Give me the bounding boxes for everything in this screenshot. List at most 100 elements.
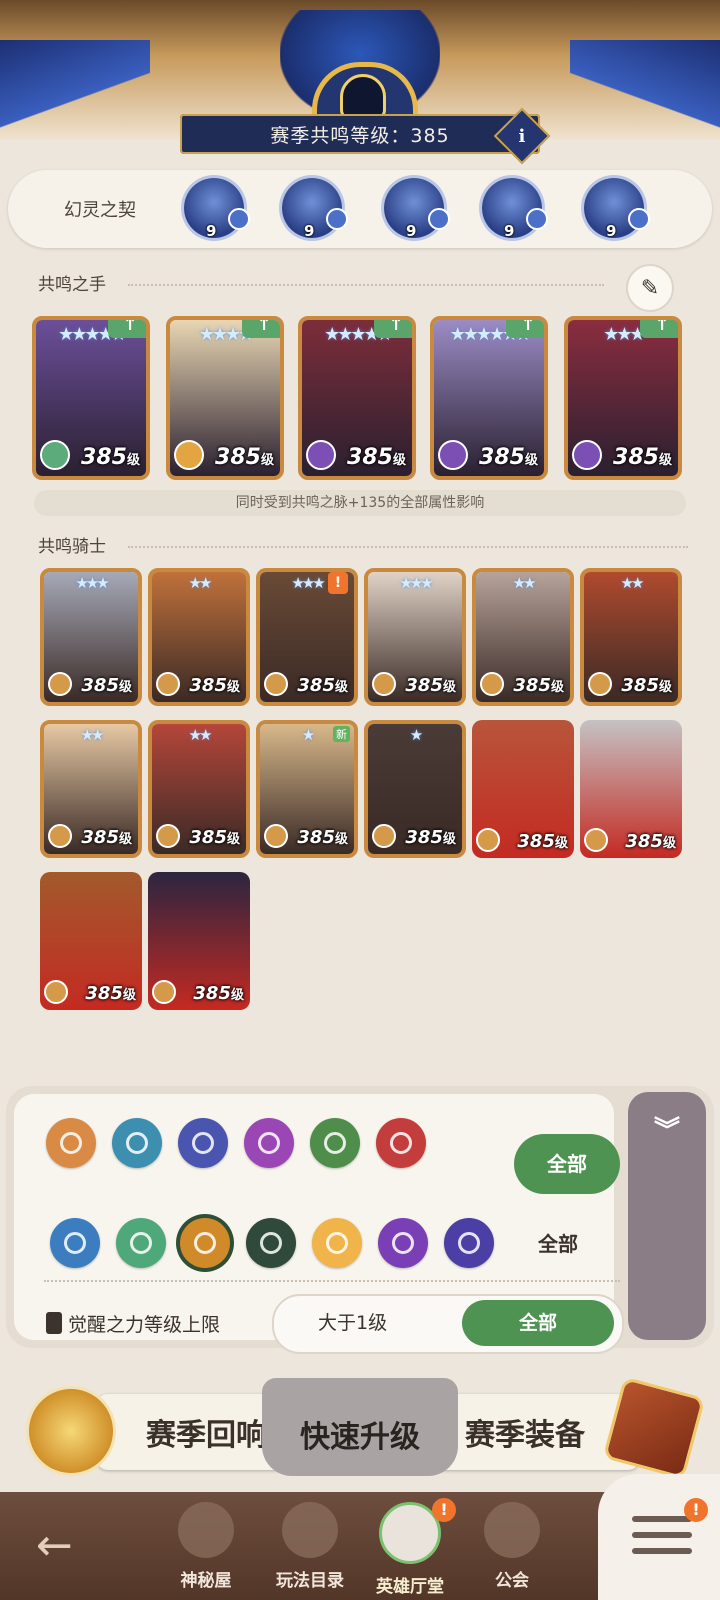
resonance-knight-card[interactable]: ★★ 385级 bbox=[472, 568, 574, 706]
hero-level-value: 385 bbox=[85, 983, 123, 1004]
resonance-hand-card[interactable]: ★★★★★ 385级 ↑ bbox=[32, 316, 150, 480]
hero-stars: ★★★ bbox=[75, 574, 109, 592]
resonance-knight-card[interactable]: ★★★ 385级 bbox=[40, 568, 142, 706]
upgrade-arrow-icon: ↑ bbox=[374, 320, 412, 338]
faction-icon bbox=[476, 828, 500, 852]
collapse-filter-button[interactable]: ︾ bbox=[628, 1092, 706, 1340]
hero-level: 385级 bbox=[625, 831, 676, 852]
awaken-level-value[interactable]: 大于1级 bbox=[318, 1308, 387, 1335]
quill-button[interactable]: ✎ bbox=[626, 264, 674, 312]
hero-level-unit: 级 bbox=[118, 680, 132, 695]
hero-level-value: 385 bbox=[621, 675, 659, 696]
resonance-knight-card[interactable]: 385级 bbox=[40, 872, 142, 1010]
assassin-class-icon[interactable] bbox=[310, 1118, 360, 1168]
faction-icon bbox=[588, 672, 612, 696]
awaken-all-button[interactable]: 全部 bbox=[462, 1300, 614, 1346]
spirit-mustache-icon[interactable]: 9 bbox=[184, 178, 250, 240]
dimensional-faction-icon[interactable] bbox=[444, 1218, 494, 1268]
tab-season-echo[interactable]: 赛季回响 bbox=[96, 1394, 286, 1470]
resonance-knight-card[interactable]: ★ 385级新 bbox=[256, 720, 358, 858]
hero-level: 385级 bbox=[189, 827, 240, 848]
hero-level-unit: 级 bbox=[260, 453, 274, 468]
resonance-hand-card[interactable]: ★★★★★★ 385级 ↑ bbox=[430, 316, 548, 480]
hero-level-unit: 级 bbox=[524, 453, 538, 468]
resonance-knight-card[interactable]: ★★ 385级 bbox=[580, 568, 682, 706]
faction-icon bbox=[156, 672, 180, 696]
resonance-knight-card[interactable]: ★★ 385级 bbox=[148, 720, 250, 858]
faction-icon bbox=[44, 980, 68, 1004]
guild-swords-icon bbox=[484, 1502, 540, 1558]
hero-level: 385级 bbox=[189, 675, 240, 696]
back-arrow-icon[interactable]: ← bbox=[36, 1520, 73, 1571]
hero-level-value: 385 bbox=[405, 675, 443, 696]
resonance-knight-card[interactable]: 385级 bbox=[580, 720, 682, 858]
section-divider bbox=[128, 284, 604, 286]
hero-level-value: 385 bbox=[81, 675, 119, 696]
resonance-knight-card[interactable]: ★★★ 385级 bbox=[364, 568, 466, 706]
tank-class-icon[interactable] bbox=[46, 1118, 96, 1168]
hero-stars: ★★ bbox=[80, 726, 105, 744]
resonance-hand-card[interactable]: ★★★★★ 385级 ↑ bbox=[298, 316, 416, 480]
faction-all-button[interactable]: 全部 bbox=[538, 1228, 578, 1257]
faction-icon bbox=[572, 440, 602, 470]
resonance-knight-card[interactable]: 385级 bbox=[472, 720, 574, 858]
archer-class-icon[interactable] bbox=[178, 1118, 228, 1168]
phantom-contract-title: 幻灵之契 bbox=[64, 200, 136, 221]
nav-label: 公会 bbox=[495, 1571, 529, 1591]
support-class-icon[interactable] bbox=[244, 1118, 294, 1168]
lightbearer-faction-icon[interactable] bbox=[50, 1218, 100, 1268]
tab-quick-upgrade[interactable]: 快速升级 bbox=[262, 1378, 458, 1476]
resonance-knight-card[interactable]: ★★ 385级 bbox=[148, 568, 250, 706]
tab-quick-upgrade-label: 快速升级 bbox=[300, 1420, 420, 1455]
faction-icon bbox=[480, 672, 504, 696]
hero-level-unit: 级 bbox=[334, 680, 348, 695]
spirit-horned-icon[interactable]: 9 bbox=[584, 178, 650, 240]
spirit-badge-icon bbox=[326, 208, 348, 230]
hero-level-value: 385 bbox=[81, 827, 119, 848]
resonance-knight-card[interactable]: ★ 385级 bbox=[364, 720, 466, 858]
hero-level-unit: 级 bbox=[226, 832, 240, 847]
hero-stars: ★★ bbox=[188, 574, 213, 592]
resonance-knight-card[interactable]: 385级 bbox=[148, 872, 250, 1010]
class-all-button[interactable]: 全部 bbox=[514, 1134, 620, 1194]
resonance-hand-card[interactable]: ★★★ 385级 ↑ bbox=[564, 316, 682, 480]
spirit-level: 9 bbox=[606, 222, 617, 240]
spirit-creature-icon[interactable]: 9 bbox=[282, 178, 348, 240]
resonance-note: 同时受到共鸣之脉+135的全部属性影响 bbox=[34, 490, 686, 516]
hero-level-unit: 级 bbox=[226, 680, 240, 695]
hero-level-unit: 级 bbox=[392, 453, 406, 468]
hero-level-value: 385 bbox=[405, 827, 443, 848]
hero-level: 385级 bbox=[215, 445, 274, 470]
spirit-badge-icon bbox=[228, 208, 250, 230]
season-echo-emblem-icon bbox=[26, 1386, 116, 1476]
resonance-hand-card[interactable]: ★★★★ 385级 ↑ bbox=[166, 316, 284, 480]
tab-season-equipment-label: 赛季装备 bbox=[465, 1418, 585, 1453]
hero-level-unit: 级 bbox=[442, 832, 456, 847]
hypogean-faction-icon[interactable] bbox=[378, 1218, 428, 1268]
season-level-label: 赛季共鸣等级：385 bbox=[270, 124, 450, 147]
nav-label: 英雄厅堂 bbox=[376, 1577, 444, 1597]
spirit-owl-icon[interactable]: 9 bbox=[384, 178, 450, 240]
nav-label: 神秘屋 bbox=[180, 1571, 232, 1591]
hero-level-value: 385 bbox=[479, 445, 525, 470]
warrior-class-icon[interactable] bbox=[376, 1118, 426, 1168]
resonance-knight-card[interactable]: ★★ 385级 bbox=[40, 720, 142, 858]
hero-hall-alert-badge: ! bbox=[432, 1498, 456, 1522]
graveborn-faction-icon[interactable] bbox=[180, 1218, 230, 1268]
banner-wing-left bbox=[0, 40, 150, 130]
resonance-knights-title: 共鸣骑士 bbox=[38, 537, 106, 557]
mage-class-icon[interactable] bbox=[112, 1118, 162, 1168]
wilder-faction-icon[interactable] bbox=[116, 1218, 166, 1268]
hero-level: 385级 bbox=[81, 827, 132, 848]
resonance-knight-card[interactable]: ★★★ 385级! bbox=[256, 568, 358, 706]
hero-level-value: 385 bbox=[189, 827, 227, 848]
nav-guild[interactable]: 公会 bbox=[456, 1496, 568, 1600]
nav-gameplay-catalog[interactable]: 玩法目录 bbox=[254, 1496, 366, 1600]
hero-level: 385级 bbox=[513, 675, 564, 696]
mauler-faction-icon[interactable] bbox=[246, 1218, 296, 1268]
upgrade-arrow-icon: ↑ bbox=[506, 320, 544, 338]
nav-label: 玩法目录 bbox=[276, 1571, 344, 1591]
nav-mystery-house[interactable]: 神秘屋 bbox=[150, 1496, 262, 1600]
celestial-faction-icon[interactable] bbox=[312, 1218, 362, 1268]
spirit-beast-icon[interactable]: 9 bbox=[482, 178, 548, 240]
